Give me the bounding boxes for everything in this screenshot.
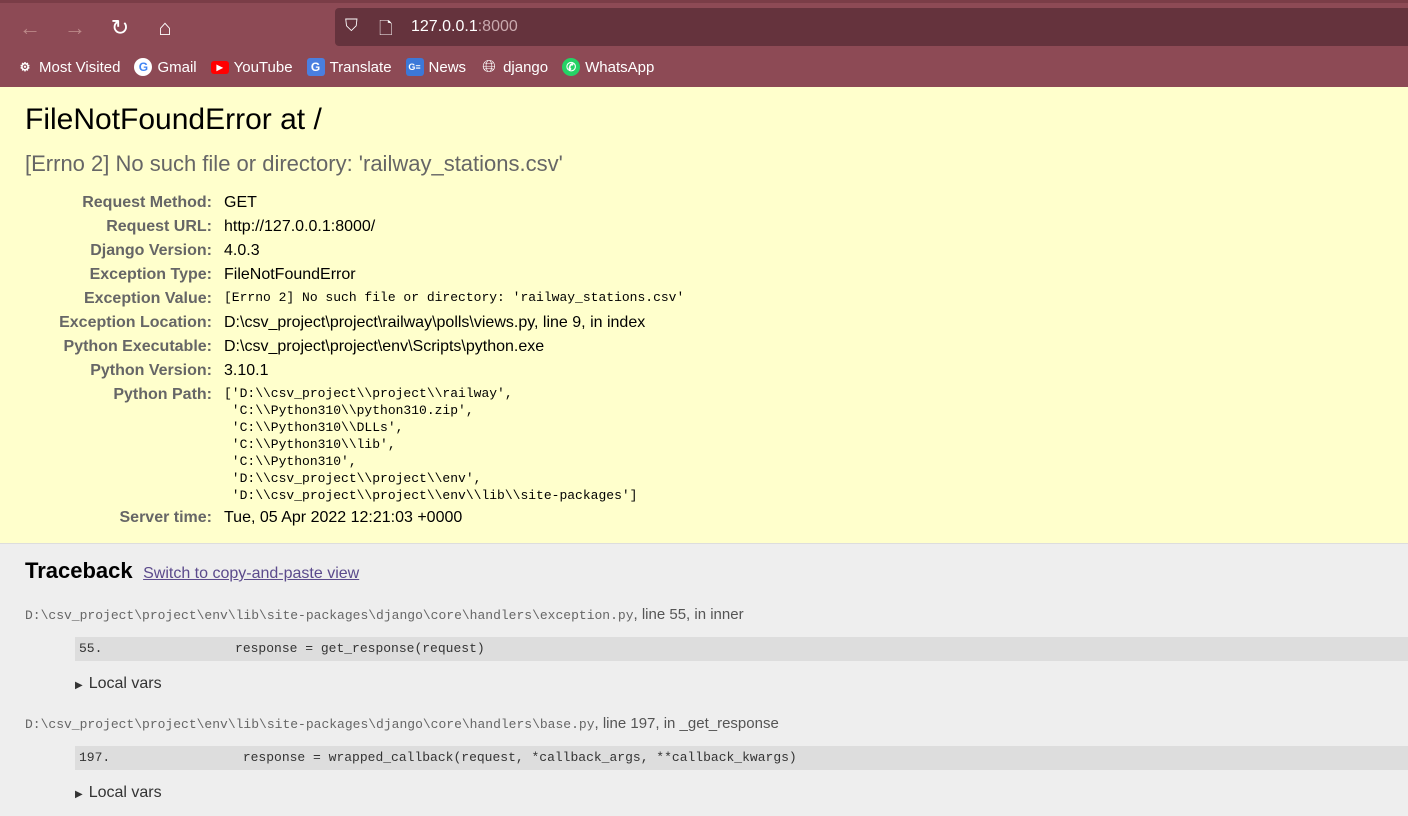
frame-location: , line 197, in _get_response	[594, 715, 779, 732]
traceback-heading: Traceback	[25, 558, 133, 583]
bookmark-most-visited[interactable]: ⚙ Most Visited	[16, 58, 121, 76]
bookmark-youtube[interactable]: ▸ YouTube	[210, 58, 293, 76]
globe-icon: 🌐︎	[482, 57, 496, 76]
info-row: Exception Location: D:\csv_project\projec…	[25, 311, 684, 335]
home-icon[interactable]: ⌂	[152, 15, 178, 41]
request-info-table: Request Method: GET Request URL: http://127…	[25, 191, 684, 530]
bookmark-label: YouTube	[233, 58, 293, 76]
info-label: Request URL:	[106, 218, 212, 235]
traceback-frame: D:\csv_project\project\env\lib\site-pack…	[25, 606, 1408, 693]
exception-message: [Errno 2] No such file or directory: 'ra…	[25, 151, 563, 176]
translate-icon: G	[306, 58, 325, 76]
bookmark-news[interactable]: G≡ News	[405, 58, 467, 76]
info-row: Request Method: GET	[25, 191, 684, 215]
traceback-section: Traceback Switch to copy-and-paste view …	[0, 544, 1408, 816]
local-vars-toggle[interactable]: ▶ Local vars	[75, 784, 1383, 802]
info-row: Exception Type: FileNotFoundError	[25, 263, 684, 287]
info-label: Exception Type:	[89, 266, 212, 283]
url-port: :8000	[477, 18, 518, 35]
local-vars-label: Local vars	[88, 784, 162, 801]
info-label: Exception Location:	[59, 314, 212, 331]
shield-icon[interactable]: ⛉	[345, 16, 358, 36]
forward-icon[interactable]: →	[62, 15, 88, 41]
bookmarks-bar: ⚙ Most Visited G Gmail ▸ YouTube G Translate…	[16, 57, 654, 76]
news-icon: G≡	[405, 58, 424, 76]
local-vars-toggle[interactable]: ▶ Local vars	[75, 675, 1383, 693]
info-row: Python Executable: D:\csv_project\project…	[25, 335, 684, 359]
frame-location: , line 55, in inner	[633, 606, 744, 623]
info-label: Exception Value:	[83, 290, 212, 307]
info-label: Server time:	[119, 509, 213, 526]
bookmark-translate[interactable]: G Translate	[306, 58, 392, 76]
switch-view-link[interactable]: Switch to copy-and-paste view	[143, 565, 359, 582]
bookmark-gmail[interactable]: G Gmail	[134, 58, 197, 76]
info-label: Python Executable:	[63, 338, 212, 355]
gear-icon: ⚙	[19, 60, 31, 74]
bookmark-label: Gmail	[157, 58, 197, 76]
bookmark-label: django	[503, 58, 549, 76]
whatsapp-icon: ✆	[562, 58, 581, 76]
bookmark-label: Most Visited	[39, 58, 121, 76]
info-label: Python Version:	[90, 362, 212, 379]
page-title: FileNotFoundError at /	[25, 103, 322, 136]
frame-path: D:\csv_project\project\env\lib\site-pack…	[25, 717, 595, 732]
bookmark-label: Translate	[329, 58, 392, 76]
info-label: Django Version:	[90, 242, 212, 259]
info-label: Python Path:	[113, 386, 212, 403]
url-bar[interactable]: ⛉ 🗋 127.0.0.1:8000	[335, 8, 1408, 46]
info-value: GET	[224, 194, 257, 211]
info-value: 4.0.3	[224, 242, 260, 259]
google-icon: G	[134, 58, 153, 76]
bookmark-label: WhatsApp	[585, 58, 655, 76]
triangle-right-icon: ▶	[75, 680, 83, 691]
traceback-frame: D:\csv_project\project\env\lib\site-pack…	[25, 715, 1408, 802]
info-value: [Errno 2] No such file or directory: 'ra…	[224, 290, 685, 305]
info-row: Python Version: 3.10.1	[25, 359, 684, 383]
reload-icon[interactable]: ↻	[107, 15, 133, 41]
browser-chrome: ← → ↻ ⌂ ⛉ 🗋 127.0.0.1:8000 ⚙ Most Visited…	[0, 0, 1408, 87]
local-vars-label: Local vars	[88, 675, 162, 692]
url-host: 127.0.0.1	[411, 18, 478, 35]
bookmark-whatsapp[interactable]: ✆ WhatsApp	[562, 58, 654, 76]
bookmark-django[interactable]: 🌐︎ django	[480, 57, 549, 76]
page-icon: 🗋	[379, 19, 393, 38]
info-value: FileNotFoundError	[224, 266, 356, 283]
info-value: ['D:\\csv_project\\project\\railway', 'C…	[224, 386, 638, 503]
back-icon[interactable]: ←	[17, 15, 43, 41]
error-summary: FileNotFoundError at / [Errno 2] No such…	[0, 87, 1408, 544]
bookmark-label: News	[428, 58, 467, 76]
frame-path: D:\csv_project\project\env\lib\site-pack…	[25, 608, 634, 623]
triangle-right-icon: ▶	[75, 789, 83, 800]
info-row: Request URL: http://127.0.0.1:8000/	[25, 215, 684, 239]
info-value: 3.10.1	[224, 362, 269, 379]
info-row: Server time: Tue, 05 Apr 2022 12:21:03 +0…	[25, 506, 684, 530]
info-row: Exception Value: [Errno 2] No such file o…	[25, 287, 684, 311]
info-value: Tue, 05 Apr 2022 12:21:03 +0000	[224, 509, 463, 526]
frame-code-line[interactable]: 55. response = get_response(request)	[75, 637, 1408, 661]
frame-code-line[interactable]: 197. response = wrapped_callback(request…	[75, 746, 1408, 770]
info-value: D:\csv_project\project\env\Scripts\pytho…	[224, 338, 545, 355]
info-row: Django Version: 4.0.3	[25, 239, 684, 263]
info-label: Request Method:	[82, 194, 212, 211]
youtube-icon: ▸	[210, 60, 229, 74]
info-value: D:\csv_project\project\railway\polls\vie…	[224, 314, 646, 331]
info-value: http://127.0.0.1:8000/	[224, 218, 376, 235]
info-row: Python Path: ['D:\\csv_project\\project\\…	[25, 383, 684, 506]
